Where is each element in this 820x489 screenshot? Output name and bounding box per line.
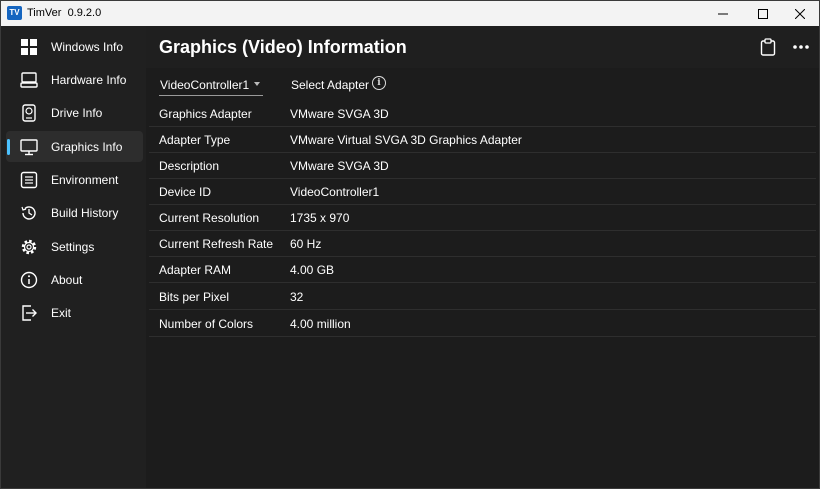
row-value: VMware SVGA 3D bbox=[290, 159, 389, 173]
sidebar-item-build-history[interactable]: Build History bbox=[6, 197, 143, 228]
sidebar-item-label: Settings bbox=[51, 240, 95, 254]
info-icon bbox=[20, 271, 38, 289]
sidebar-item-label: Drive Info bbox=[51, 106, 103, 120]
sidebar-item-graphics-info[interactable]: Graphics Info bbox=[6, 131, 143, 162]
sidebar-item-drive-info[interactable]: Drive Info bbox=[6, 97, 143, 128]
select-adapter-label: Select Adapter bbox=[291, 78, 370, 92]
sidebar-item-about[interactable]: About bbox=[6, 264, 143, 295]
row-key: Adapter RAM bbox=[159, 263, 232, 277]
keyboard-icon bbox=[20, 72, 38, 88]
sidebar-item-environment[interactable]: Environment bbox=[6, 164, 143, 195]
info-row: Device ID VideoController1 bbox=[149, 178, 816, 205]
row-value: 1735 x 970 bbox=[290, 211, 350, 225]
sidebar-item-label: Exit bbox=[51, 306, 72, 320]
row-key: Bits per Pixel bbox=[159, 290, 230, 304]
sidebar-item-label: About bbox=[51, 273, 83, 287]
sidebar-item-label: Build History bbox=[51, 206, 119, 220]
info-row: Description VMware SVGA 3D bbox=[149, 152, 816, 179]
monitor-icon bbox=[20, 139, 38, 156]
clipboard-icon bbox=[760, 38, 776, 56]
info-row: Current Refresh Rate 60 Hz bbox=[149, 230, 816, 257]
sidebar-item-label: Environment bbox=[51, 173, 119, 187]
info-row: Bits per Pixel 32 bbox=[149, 283, 816, 310]
list-icon bbox=[20, 171, 38, 189]
row-value: 4.00 million bbox=[290, 317, 351, 331]
page-title: Graphics (Video) Information bbox=[159, 37, 407, 57]
row-key: Number of Colors bbox=[159, 317, 254, 331]
row-value: 60 Hz bbox=[290, 237, 322, 251]
app-version: 0.9.2.0 bbox=[67, 7, 102, 19]
exit-icon bbox=[22, 305, 37, 321]
sidebar-item-label: Windows Info bbox=[51, 40, 124, 54]
adapter-dropdown[interactable]: VideoController1 bbox=[159, 76, 263, 96]
maximize-icon bbox=[758, 8, 768, 19]
row-key: Description bbox=[159, 159, 220, 173]
window-title: TimVer 0.9.2.0 bbox=[27, 7, 101, 19]
info-row: Adapter Type VMware Virtual SVGA 3D Grap… bbox=[149, 126, 816, 153]
more-options-button[interactable] bbox=[791, 37, 811, 57]
row-value: 32 bbox=[290, 290, 304, 304]
maximize-button[interactable] bbox=[743, 1, 783, 26]
sidebar-item-hardware-info[interactable]: Hardware Info bbox=[6, 64, 143, 95]
active-indicator bbox=[7, 139, 10, 155]
sidebar-item-label: Hardware Info bbox=[51, 73, 127, 87]
adapter-dropdown-value: VideoController1 bbox=[160, 78, 250, 92]
minimize-button[interactable] bbox=[703, 1, 743, 26]
close-button[interactable] bbox=[780, 1, 819, 26]
sidebar-item-windows-info[interactable]: Windows Info bbox=[6, 31, 143, 62]
row-value: VMware SVGA 3D bbox=[290, 107, 389, 121]
row-key: Graphics Adapter bbox=[159, 107, 252, 121]
row-key: Current Refresh Rate bbox=[159, 237, 274, 251]
chevron-down-icon bbox=[254, 82, 260, 86]
row-key: Current Resolution bbox=[159, 211, 260, 225]
row-value: 4.00 GB bbox=[290, 263, 335, 277]
app-icon: TV bbox=[7, 6, 22, 20]
copy-to-clipboard-button[interactable] bbox=[758, 37, 778, 57]
app-name: TimVer bbox=[27, 7, 62, 19]
history-icon bbox=[21, 206, 36, 220]
row-value: VideoController1 bbox=[290, 185, 380, 199]
row-value: VMware Virtual SVGA 3D Graphics Adapter bbox=[290, 133, 522, 147]
close-icon bbox=[795, 8, 805, 19]
title-bar[interactable]: TV TimVer 0.9.2.0 bbox=[1, 1, 819, 26]
more-icon bbox=[793, 45, 809, 49]
sidebar-item-label: Graphics Info bbox=[51, 140, 123, 154]
row-key: Adapter Type bbox=[159, 133, 231, 147]
row-key: Device ID bbox=[159, 185, 212, 199]
sidebar-item-settings[interactable]: Settings bbox=[6, 231, 143, 262]
info-icon[interactable]: i bbox=[372, 76, 386, 90]
app-window: TV TimVer 0.9.2.0 Windows Info Hardware … bbox=[0, 0, 820, 489]
sidebar: Windows Info Hardware Info Drive Info Gr… bbox=[1, 26, 146, 488]
sidebar-item-exit[interactable]: Exit bbox=[6, 297, 143, 328]
minimize-icon bbox=[718, 13, 728, 14]
info-row: Adapter RAM 4.00 GB bbox=[149, 256, 816, 283]
page-header: Graphics (Video) Information bbox=[146, 26, 819, 68]
drive-icon bbox=[22, 104, 36, 122]
main-content: Graphics (Video) Information VideoContro… bbox=[146, 26, 819, 488]
info-row: Graphics Adapter VMware SVGA 3D bbox=[149, 100, 816, 127]
info-row: Number of Colors 4.00 million bbox=[149, 310, 816, 337]
gear-icon bbox=[21, 239, 37, 255]
windows-icon bbox=[21, 39, 37, 55]
info-row: Current Resolution 1735 x 970 bbox=[149, 204, 816, 231]
